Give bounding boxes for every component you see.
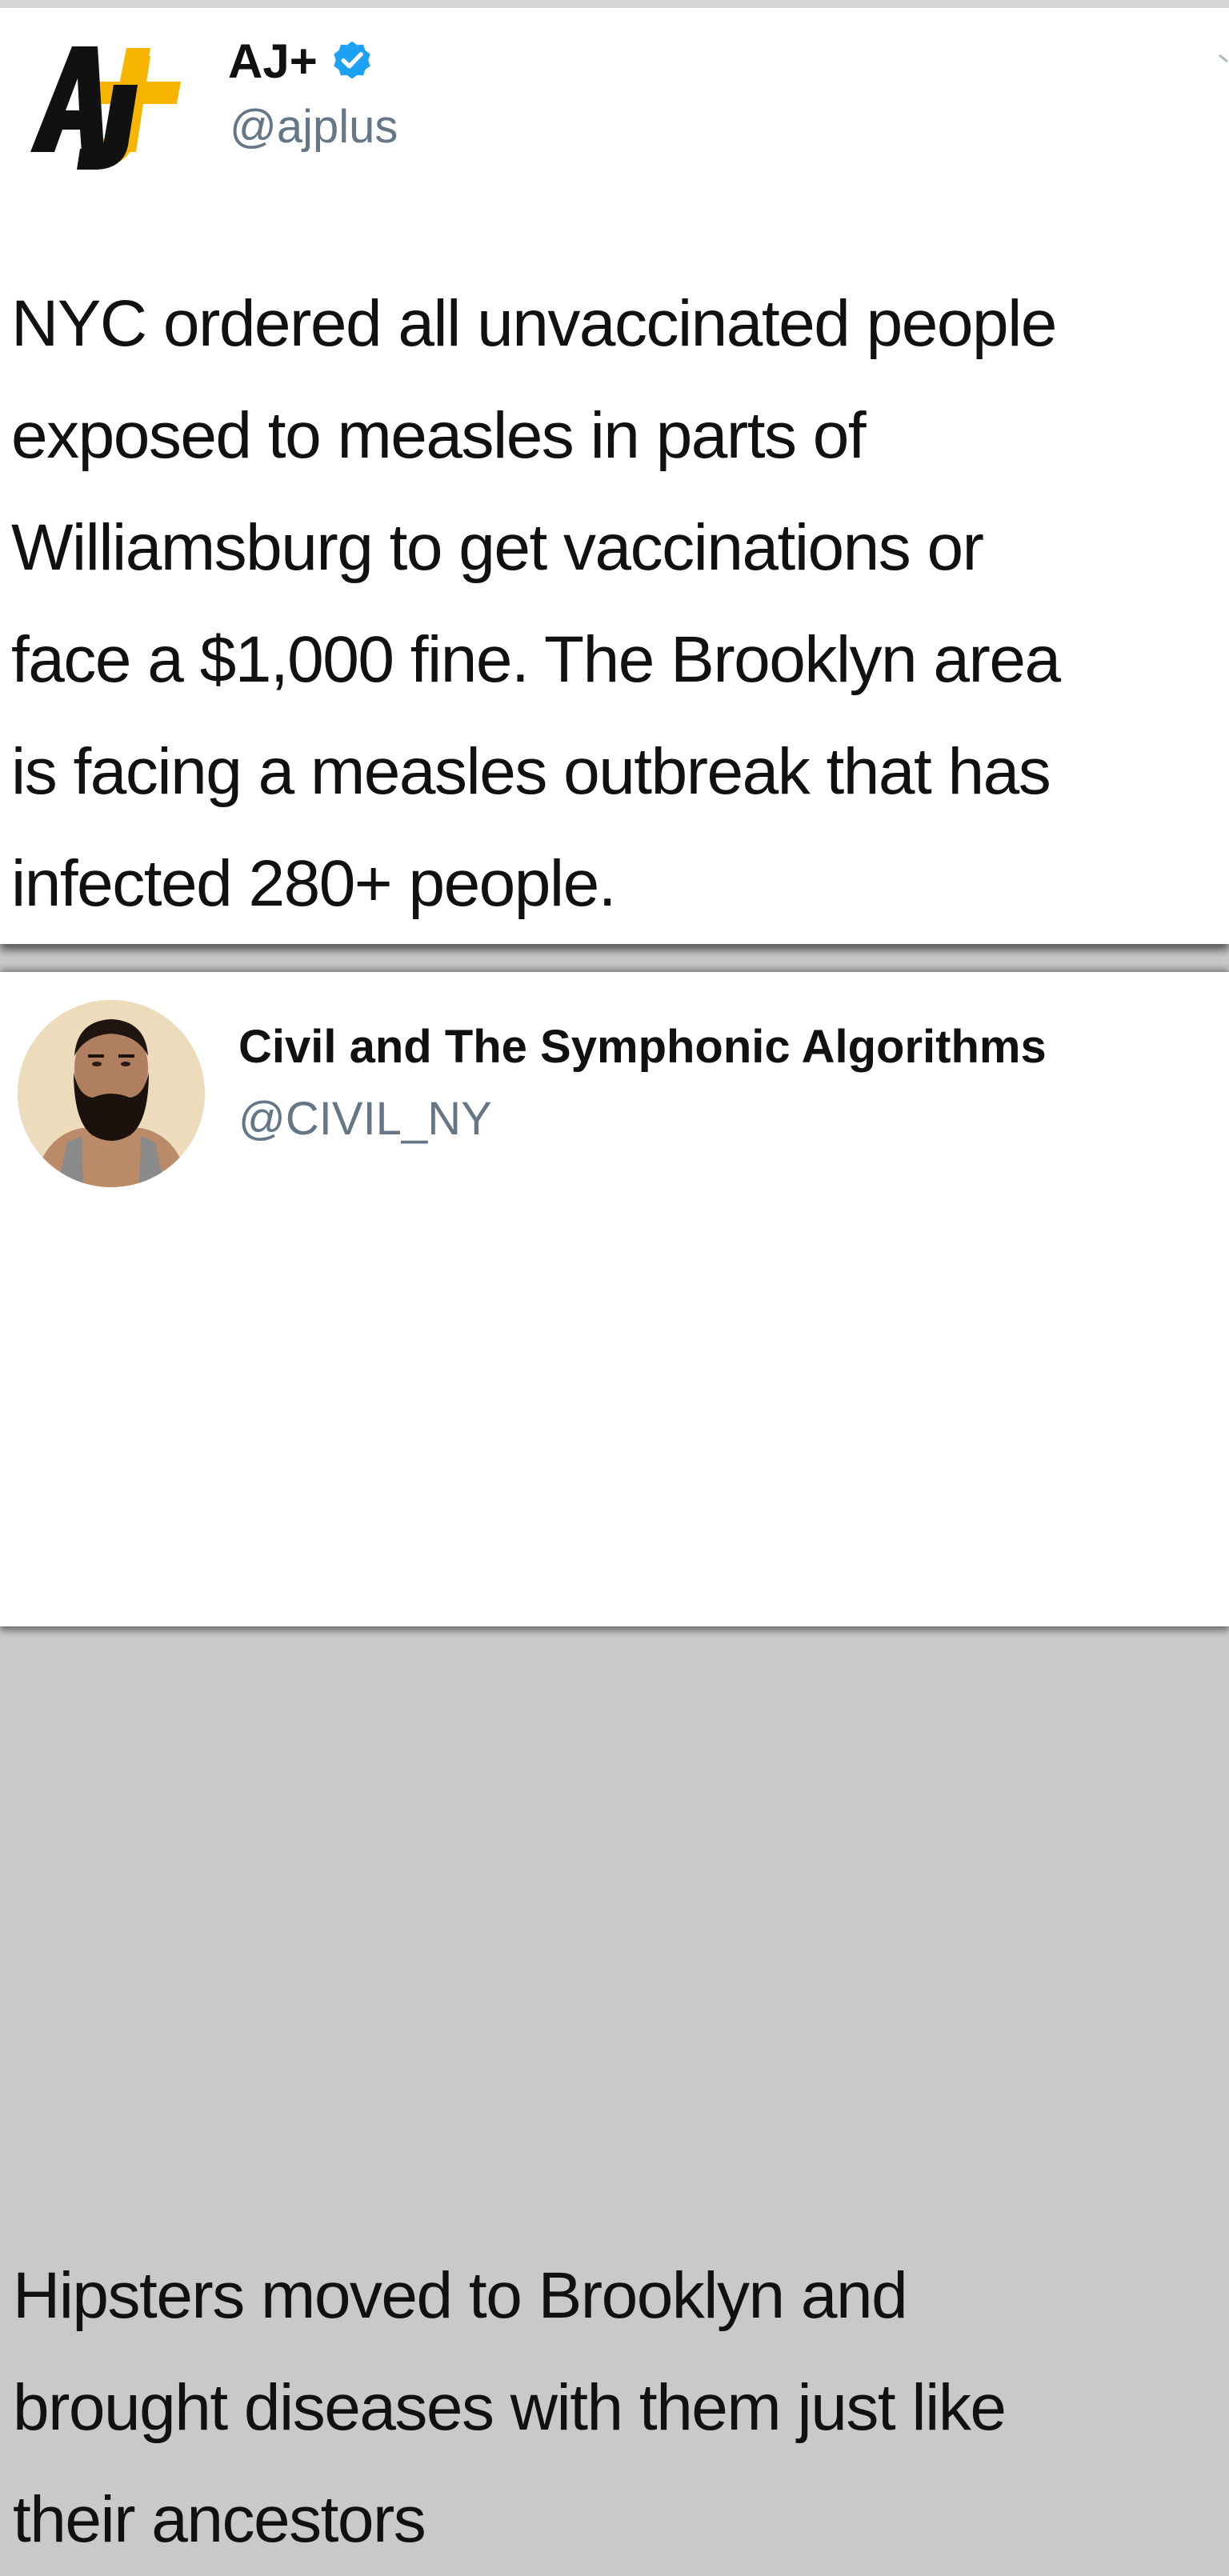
tweet-text-line: Williamsburg to get vaccinations or (11, 511, 984, 584)
tweet-text-line: exposed to measles in parts of (11, 399, 867, 472)
tweet-text-line: infected 280+ people. (11, 847, 617, 920)
aj-plus-logo-icon[interactable] (24, 32, 184, 176)
tweet-card-civil[interactable]: Civil and The Symphonic Algorithms @CIVI… (0, 972, 1229, 2556)
tweet-text-line: brought diseases with them just like (13, 2371, 1007, 2444)
tweet-text-line: Hipsters moved to Brooklyn and (13, 2259, 908, 2332)
tweet-text-line: face a $1,000 fine. The Brooklyn area (11, 623, 1061, 696)
user-handle[interactable]: @CIVIL_NY (238, 1092, 492, 1146)
tweet-card-ajplus[interactable]: AJ+ @ajplus NYC ordered all unvaccinated… (0, 0, 1229, 944)
tweet-text-line: is facing a measles outbreak that has (11, 735, 1051, 808)
tweet-text-line: their ancestors (13, 2483, 426, 2556)
user-handle[interactable]: @ajplus (230, 100, 398, 154)
chevron-down-icon[interactable] (1218, 52, 1229, 70)
display-name[interactable]: Civil and The Symphonic Algorithms (238, 1020, 1047, 1074)
display-name[interactable]: AJ+ (228, 34, 318, 89)
tweet-text-line: NYC ordered all unvaccinated people (11, 287, 1057, 360)
tweet-text: Hipsters moved to Brooklyn and brought d… (13, 2240, 1213, 2576)
author-row: AJ+ (228, 34, 375, 89)
author-row: Civil and The Symphonic Algorithms (238, 1020, 1047, 1074)
tweet-text: NYC ordered all unvaccinated people expo… (11, 268, 1219, 940)
verified-badge-icon (334, 41, 370, 79)
profile-photo-avatar[interactable] (18, 1000, 205, 1187)
